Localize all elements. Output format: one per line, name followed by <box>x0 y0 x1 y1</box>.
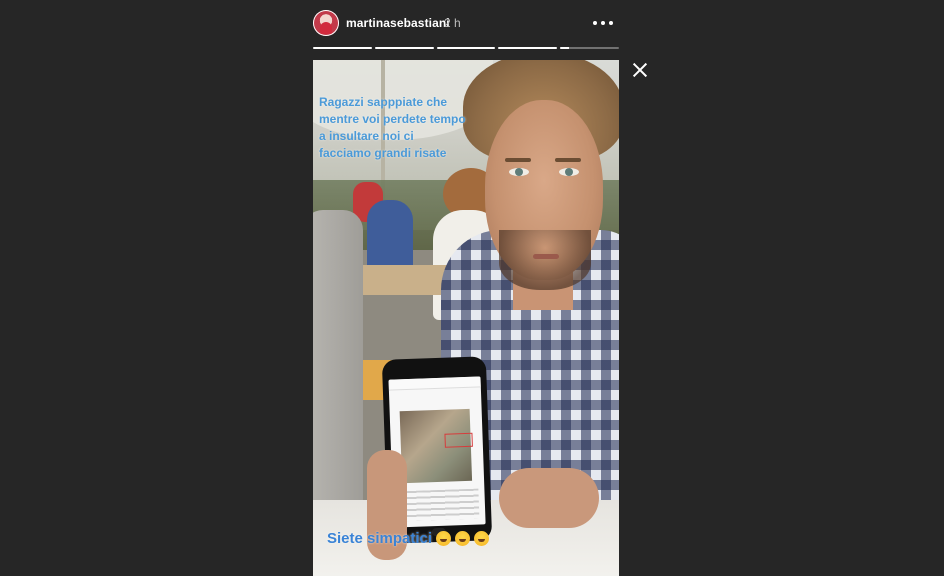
progress-segment <box>374 47 434 49</box>
tears-of-joy-emoji-icon <box>474 531 490 546</box>
tears-of-joy-emoji-icon <box>455 531 471 546</box>
progress-segment <box>498 47 558 49</box>
progress-segment-current <box>560 47 619 49</box>
close-icon[interactable] <box>630 60 650 80</box>
story-progress-bar <box>313 47 619 50</box>
username-link[interactable]: martinasebastiani <box>346 16 450 30</box>
more-options-icon[interactable] <box>591 14 615 32</box>
story-header: martinasebastiani 2 h <box>313 8 619 38</box>
story-timestamp: 2 h <box>444 16 461 30</box>
progress-segment <box>313 47 372 49</box>
story-viewer: martinasebastiani 2 h Ragazzi sapppiate … <box>0 0 944 576</box>
caption-bottom-text: Siete simpatici <box>327 530 433 547</box>
story-caption-bottom: Siete simpatici <box>327 530 490 547</box>
tears-of-joy-emoji-icon <box>436 531 452 546</box>
avatar[interactable] <box>313 10 339 36</box>
progress-segment <box>436 47 496 49</box>
story-photo[interactable]: Ragazzi sapppiate che mentre voi perdete… <box>313 60 619 576</box>
story-caption-top: Ragazzi sapppiate che mentre voi perdete… <box>319 95 466 160</box>
